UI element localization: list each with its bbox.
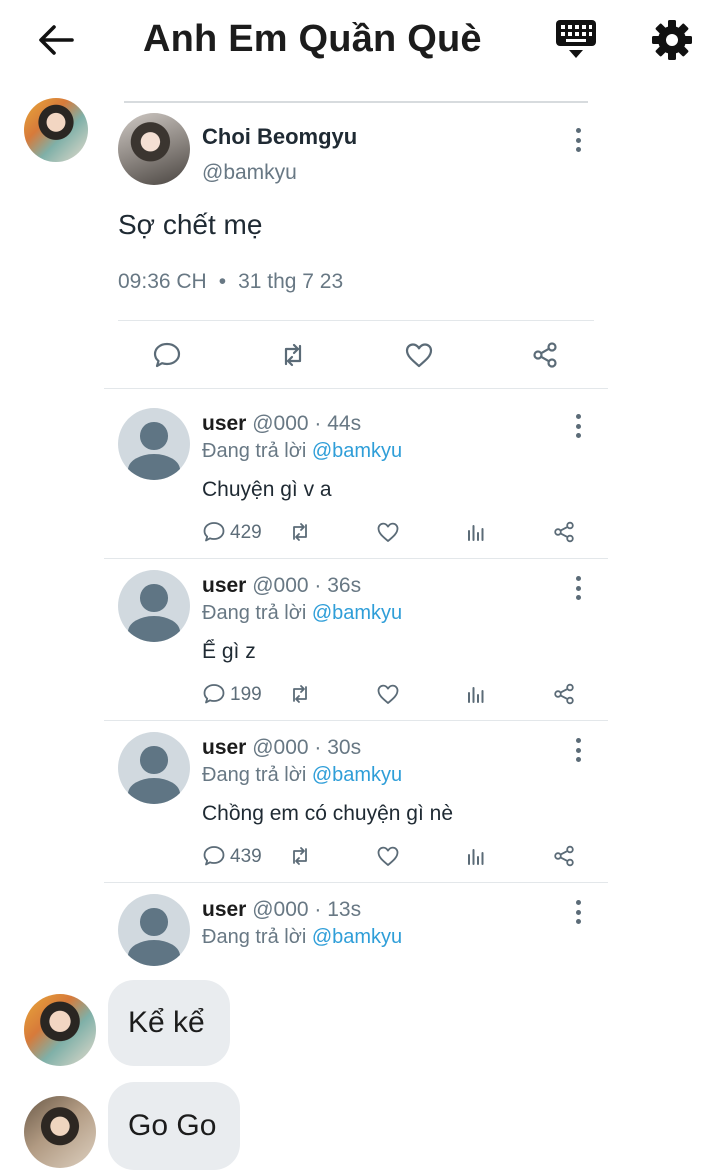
message-text: Kể kể — [128, 1006, 205, 1039]
arrow-left-icon — [39, 25, 74, 55]
heart-icon[interactable] — [376, 520, 400, 544]
sender-avatar[interactable] — [24, 98, 88, 162]
tweet-time: 09:36 CH — [118, 270, 207, 293]
keyboard-button[interactable] — [552, 18, 600, 62]
reply-meta: @000 · 44s — [252, 412, 362, 435]
reply-header: user @000 · 36s — [202, 574, 361, 598]
gear-icon — [652, 20, 692, 60]
retweet-icon[interactable] — [288, 844, 312, 868]
reply-avatar[interactable] — [118, 894, 190, 966]
reply-icon[interactable] — [202, 520, 226, 544]
reply-item[interactable]: user @000 · 13s Đang trả lời @bamkyu — [104, 876, 608, 966]
reply-name[interactable]: user — [202, 574, 246, 597]
share-icon[interactable] — [530, 340, 560, 370]
heart-icon[interactable] — [404, 340, 434, 370]
tweet-date: 31 thg 7 23 — [238, 270, 344, 293]
sender-avatar[interactable] — [24, 1096, 96, 1168]
reply-header: user @000 · 30s — [202, 736, 361, 760]
author-handle[interactable]: @bamkyu — [202, 161, 297, 185]
replying-to: Đang trả lời @bamkyu — [202, 440, 402, 463]
tweet-actions — [118, 330, 594, 380]
share-icon[interactable] — [552, 520, 576, 544]
reply-item[interactable]: user @000 · 30s Đang trả lời @bamkyu Chồ… — [104, 714, 608, 876]
reply-meta: @000 · 30s — [252, 736, 362, 759]
replying-to: Đang trả lời @bamkyu — [202, 926, 402, 949]
reply-actions: 429 — [202, 520, 582, 546]
analytics-icon[interactable] — [464, 520, 488, 544]
reply-name[interactable]: user — [202, 736, 246, 759]
mention-link[interactable]: @bamkyu — [312, 764, 402, 786]
more-options-icon[interactable] — [568, 576, 588, 600]
replying-prefix: Đang trả lời — [202, 440, 307, 462]
reply-icon[interactable] — [202, 844, 226, 868]
reply-header: user @000 · 13s — [202, 898, 361, 922]
chat-title: Anh Em Quần Què — [143, 18, 482, 60]
mention-link[interactable]: @bamkyu — [312, 440, 402, 462]
more-options-icon[interactable] — [568, 414, 588, 438]
retweet-icon[interactable] — [288, 520, 312, 544]
tweet-text: Sợ chết mẹ — [118, 209, 263, 240]
message-bubble[interactable]: Go Go — [108, 1082, 240, 1170]
reply-count: 429 — [230, 522, 262, 543]
reply-text: Chồng em có chuyện gì nè — [202, 802, 453, 825]
divider — [104, 388, 608, 389]
keyboard-icon — [556, 20, 596, 58]
message-text: Go Go — [128, 1109, 217, 1142]
reply-item[interactable]: user @000 · 36s Đang trả lời @bamkyu Ể g… — [104, 552, 608, 714]
reply-icon[interactable] — [152, 340, 182, 370]
reply-avatar[interactable] — [118, 408, 190, 480]
reply-icon[interactable] — [202, 682, 226, 706]
reply-count: 439 — [230, 846, 262, 867]
reply-avatar[interactable] — [118, 732, 190, 804]
reply-meta: @000 · 13s — [252, 898, 362, 921]
reply-text: Ể gì z — [202, 640, 256, 663]
share-icon[interactable] — [552, 844, 576, 868]
reply-header: user @000 · 44s — [202, 412, 361, 436]
reply-count: 199 — [230, 684, 262, 705]
message-bubble[interactable]: Kể kể — [108, 980, 230, 1066]
author-avatar[interactable] — [118, 113, 190, 185]
analytics-icon[interactable] — [464, 844, 488, 868]
replying-prefix: Đang trả lời — [202, 764, 307, 786]
reply-name[interactable]: user — [202, 412, 246, 435]
replying-prefix: Đang trả lời — [202, 602, 307, 624]
heart-icon[interactable] — [376, 682, 400, 706]
reply-actions: 439 — [202, 844, 582, 870]
more-options-icon[interactable] — [568, 128, 588, 152]
divider — [118, 320, 594, 321]
analytics-icon[interactable] — [464, 682, 488, 706]
chat-header: Anh Em Quần Què — [0, 0, 720, 84]
reply-item[interactable]: user @000 · 44s Đang trả lời @bamkyu Chu… — [104, 390, 608, 552]
reply-avatar[interactable] — [118, 570, 190, 642]
share-icon[interactable] — [552, 682, 576, 706]
more-options-icon[interactable] — [568, 738, 588, 762]
retweet-icon[interactable] — [278, 340, 308, 370]
more-options-icon[interactable] — [568, 900, 588, 924]
reply-name[interactable]: user — [202, 898, 246, 921]
retweet-icon[interactable] — [288, 682, 312, 706]
tweet-timestamp: 09:36 CH • 31 thg 7 23 — [118, 270, 344, 293]
heart-icon[interactable] — [376, 844, 400, 868]
reply-meta: @000 · 36s — [252, 574, 362, 597]
author-name[interactable]: Choi Beomgyu — [202, 124, 357, 150]
replying-to: Đang trả lời @bamkyu — [202, 764, 402, 787]
replying-prefix: Đang trả lời — [202, 926, 307, 948]
back-button[interactable] — [34, 20, 78, 60]
shared-tweet-card[interactable]: Choi Beomgyu @bamkyu Sợ chết mẹ 09:36 CH… — [104, 92, 608, 966]
reply-text: Chuyện gì v a — [202, 478, 332, 501]
sender-avatar[interactable] — [24, 994, 96, 1066]
mention-link[interactable]: @bamkyu — [312, 602, 402, 624]
reply-actions: 199 — [202, 682, 582, 708]
replying-to: Đang trả lời @bamkyu — [202, 602, 402, 625]
settings-button[interactable] — [648, 16, 696, 64]
mention-link[interactable]: @bamkyu — [312, 926, 402, 948]
card-divider — [124, 101, 588, 103]
